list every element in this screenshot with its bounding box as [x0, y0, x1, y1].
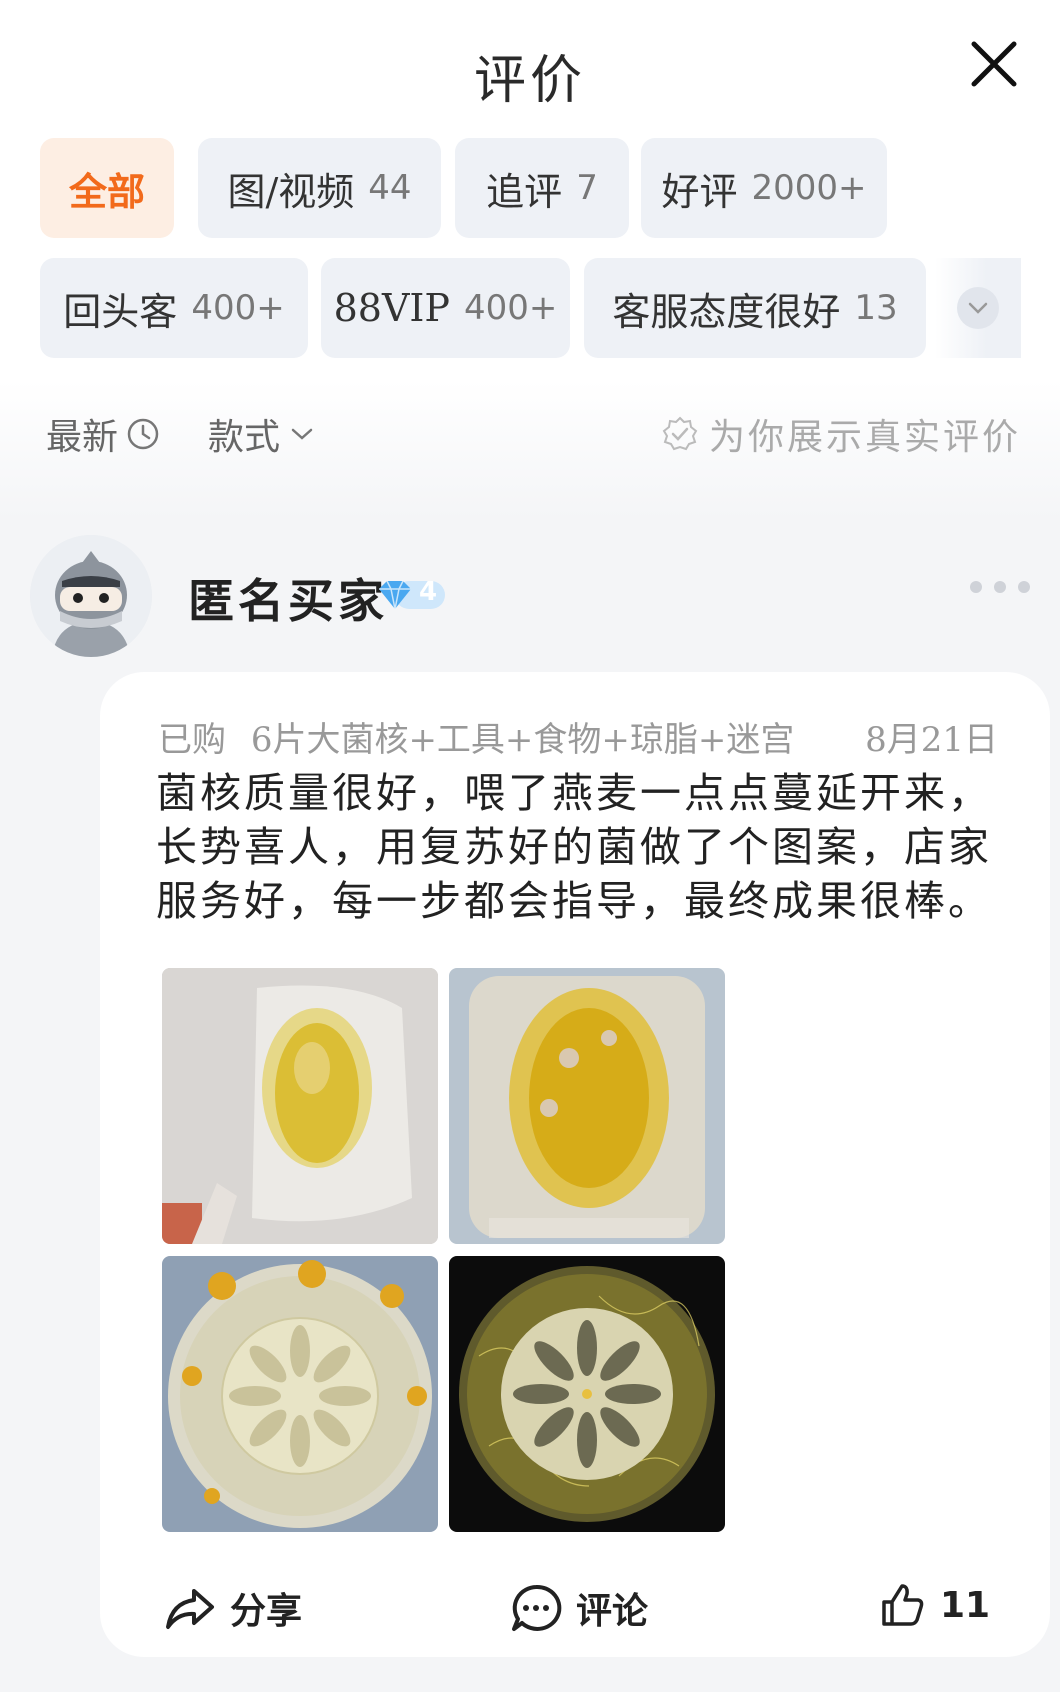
filter-chip-service[interactable]: 客服态度很好 13	[584, 258, 926, 358]
member-level: 4	[419, 577, 438, 607]
review-date: 8月21日	[865, 720, 998, 760]
sort-style-label: 款式	[208, 417, 281, 458]
like-button[interactable]: 11	[880, 1582, 990, 1628]
member-level-badge: 4	[375, 575, 447, 615]
share-icon	[166, 1589, 214, 1629]
review-photo[interactable]	[162, 1256, 438, 1532]
verified-notice-text: 为你展示真实评价	[708, 417, 1021, 458]
filter-chip-count: 2000+	[751, 168, 867, 208]
filter-chip-returning[interactable]: 回头客 400+	[40, 258, 308, 358]
review-photo[interactable]	[162, 968, 438, 1244]
sort-style-dropdown[interactable]: 款式	[208, 408, 316, 460]
filter-chip-all[interactable]: 全部	[40, 138, 174, 238]
filter-chip-count: 7	[576, 168, 598, 208]
username: 匿名买家	[188, 574, 388, 628]
purchase-info: 已购 6片大菌核+工具+食物+琼脂+迷宫 8月21日	[158, 712, 998, 761]
purchased-sku: 6片大菌核+工具+食物+琼脂+迷宫	[250, 720, 795, 760]
filter-chip-count: 13	[854, 288, 898, 328]
sort-newest-label: 最新	[46, 417, 119, 458]
avatar[interactable]	[30, 535, 152, 657]
filter-chip-label: 图/视频	[227, 169, 355, 214]
filter-chip-label: 88VIP	[333, 286, 450, 330]
chevron-down-icon	[957, 287, 999, 329]
chevron-down-icon	[291, 428, 313, 440]
expand-filters-button[interactable]	[935, 258, 1021, 358]
dot-icon	[970, 581, 982, 593]
close-button[interactable]	[966, 36, 1022, 92]
filter-chip-label: 回头客	[63, 289, 178, 334]
review-card: 已购 6片大菌核+工具+食物+琼脂+迷宫 8月21日 菌核质量很好，喂了燕麦一点…	[100, 672, 1050, 1657]
filter-chip-count: 400+	[463, 288, 558, 328]
filter-chip-count: 44	[368, 168, 412, 208]
review-photo[interactable]	[449, 1256, 725, 1532]
review-actions: 分享 评论 11	[100, 1562, 1050, 1662]
thumbs-up-icon	[882, 1584, 924, 1626]
review-text: 菌核质量很好，喂了燕麦一点点蔓延开来，长势喜人，用复苏好的菌做了个图案，店家服务…	[156, 769, 992, 925]
page-title: 评价	[473, 51, 586, 111]
filter-chip-label: 客服态度很好	[612, 289, 841, 334]
filter-chip-label: 追评	[486, 169, 563, 214]
close-icon	[971, 41, 1017, 87]
comment-icon	[512, 1584, 562, 1631]
filter-chip-followup[interactable]: 追评 7	[455, 138, 629, 238]
review-photo[interactable]	[449, 968, 725, 1244]
sort-bar: 最新 款式 为你展示真实评价	[46, 408, 1021, 458]
filter-chip-media[interactable]: 图/视频 44	[198, 138, 441, 238]
sort-newest-button[interactable]: 最新	[46, 408, 160, 460]
header: 评价	[0, 0, 1060, 130]
review-photos	[162, 968, 727, 1534]
filter-chip-label: 好评	[661, 169, 738, 214]
ninja-avatar-icon	[30, 535, 152, 657]
dot-icon	[1018, 581, 1030, 593]
comment-label: 评论	[576, 1591, 649, 1632]
verified-shield-icon	[662, 416, 698, 451]
verified-notice: 为你展示真实评价	[661, 408, 1021, 460]
filter-chip-vip[interactable]: 88VIP 400+	[321, 258, 570, 358]
review-author: 匿名买家 4	[30, 535, 1030, 665]
filter-chip-count: 400+	[191, 288, 285, 328]
clock-icon	[127, 418, 159, 450]
like-count: 11	[940, 1584, 991, 1626]
more-options-button[interactable]	[970, 581, 1030, 601]
share-button[interactable]: 分享	[164, 1582, 302, 1634]
filter-chip-positive[interactable]: 好评 2000+	[641, 138, 887, 238]
comment-button[interactable]: 评论	[510, 1582, 648, 1634]
dot-icon	[994, 581, 1006, 593]
share-label: 分享	[230, 1591, 303, 1632]
purchase-label: 已购	[158, 720, 226, 760]
filter-chip-label: 全部	[68, 168, 145, 214]
